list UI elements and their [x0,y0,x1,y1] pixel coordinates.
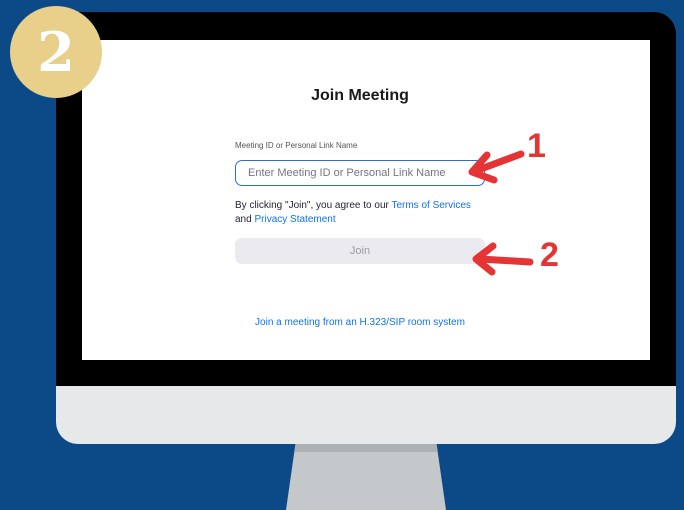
privacy-statement-link[interactable]: Privacy Statement [254,214,335,225]
agreement-prefix: By clicking "Join", you agree to our [235,200,392,211]
annotation-number-2: 2 [540,236,559,274]
agreement-text: By clicking "Join", you agree to our Ter… [235,199,515,227]
agreement-and: and [235,214,255,225]
monitor-chin [56,386,676,444]
join-meeting-screen: Join Meeting Meeting ID or Personal Link… [82,40,650,360]
meeting-id-label: Meeting ID or Personal Link Name [235,141,358,150]
meeting-id-input[interactable] [235,160,485,186]
page-title: Join Meeting [311,87,409,104]
join-button[interactable]: Join [235,238,485,264]
terms-of-services-link[interactable]: Terms of Services [391,200,470,211]
step-badge: 2 [10,6,102,98]
room-system-link[interactable]: Join a meeting from an H.323/SIP room sy… [82,317,638,328]
annotation-number-1: 1 [527,127,546,165]
